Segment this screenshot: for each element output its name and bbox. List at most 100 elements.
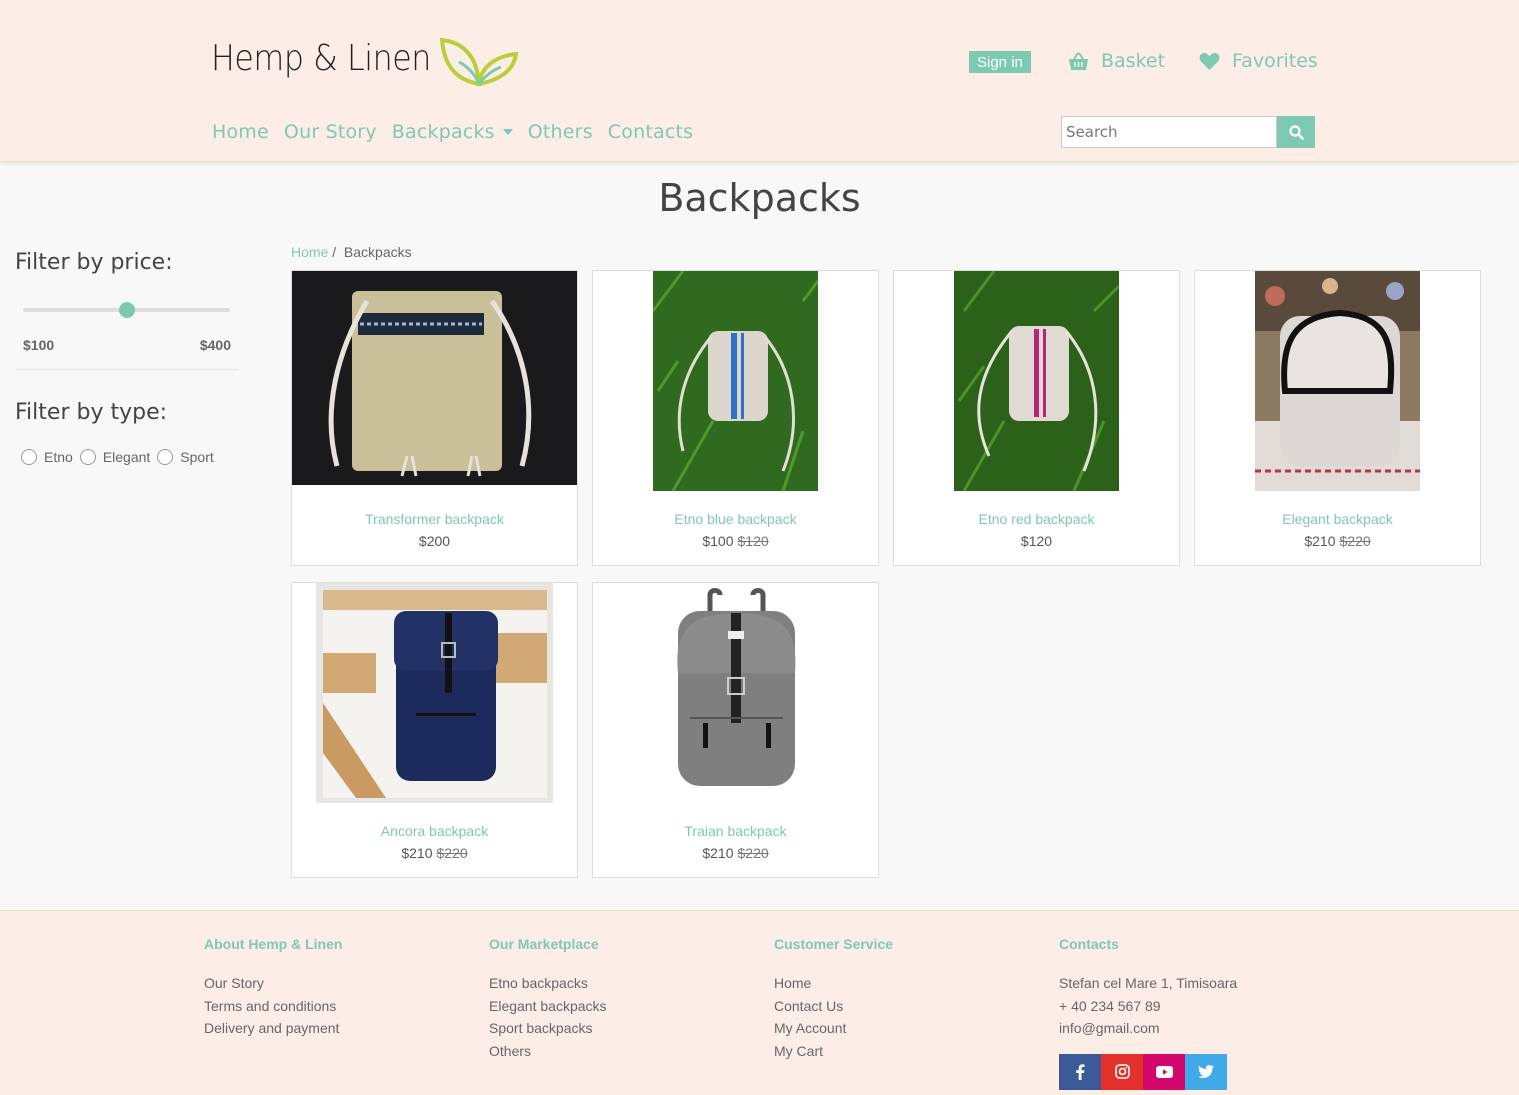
favorites-link[interactable]: Favorites [1199, 50, 1318, 72]
footer-link[interactable]: Others [489, 1040, 607, 1063]
footer-link[interactable]: Contact Us [774, 995, 893, 1018]
radio-label: Elegant [102, 449, 151, 465]
twitter-button[interactable] [1185, 1053, 1227, 1090]
product-price: $210 $220 [292, 845, 577, 861]
instagram-button[interactable] [1101, 1053, 1143, 1090]
product-card[interactable]: Etno blue backpack $100 $120 [592, 270, 879, 566]
product-card[interactable]: Elegant backpack $210 $220 [1194, 270, 1481, 566]
current-price: $100 [702, 533, 734, 549]
current-price: $210 [1304, 533, 1336, 549]
footer-about: About Hemp & Linen Our Story Terms and c… [204, 936, 342, 1040]
footer-marketplace: Our Marketplace Etno backpacks Elegant b… [489, 936, 607, 1062]
product-name[interactable]: Ancora backpack [292, 823, 577, 839]
type-filter-options: Etno Elegant Sport [15, 449, 238, 465]
etno-red-backpack-image[interactable] [954, 271, 1119, 491]
old-price: $220 [737, 845, 769, 861]
search-icon [1288, 124, 1304, 140]
search-button[interactable] [1277, 116, 1315, 148]
footer-link[interactable]: Terms and conditions [204, 995, 342, 1018]
facebook-button[interactable] [1059, 1053, 1101, 1090]
product-card[interactable]: Transformer backpack $200 [291, 270, 578, 566]
youtube-button[interactable] [1143, 1053, 1185, 1090]
youtube-icon [1155, 1065, 1173, 1078]
radio-button[interactable] [79, 449, 96, 465]
product-card[interactable]: Ancora backpack $210 $220 [291, 582, 578, 878]
nav-backpacks-label: Backpacks [391, 121, 495, 143]
current-price: $210 [401, 845, 433, 861]
footer-link[interactable]: Etno backpacks [489, 972, 607, 995]
search-input[interactable] [1061, 116, 1277, 148]
footer-heading: Our Marketplace [489, 936, 599, 952]
basket-icon [1069, 51, 1088, 70]
nav-others[interactable]: Others [528, 121, 593, 143]
price-slider[interactable] [23, 302, 230, 318]
contact-phone: + 40 234 567 89 [1059, 997, 1161, 1014]
nav-our-story[interactable]: Our Story [284, 121, 377, 143]
nav-contacts[interactable]: Contacts [608, 121, 693, 143]
footer-link[interactable]: Sport backpacks [489, 1017, 607, 1040]
footer-link[interactable]: Our Story [204, 972, 342, 995]
leaf-logo-icon [439, 37, 519, 87]
old-price: $120 [737, 533, 769, 549]
product-price: $210 $220 [593, 845, 878, 861]
price-filter-title: Filter by price: [15, 250, 173, 275]
contact-email[interactable]: info@gmail.com [1059, 1017, 1237, 1040]
footer-link[interactable]: My Account [774, 1017, 893, 1040]
footer-link[interactable]: Home [774, 972, 893, 995]
sign-in-button[interactable]: Sign in [969, 51, 1031, 73]
radio-button[interactable] [157, 449, 174, 465]
heart-icon [1199, 52, 1220, 70]
product-name[interactable]: Etno red backpack [894, 511, 1179, 527]
breadcrumb: Home / Backpacks [291, 244, 412, 260]
basket-link[interactable]: Basket [1068, 50, 1165, 72]
logo[interactable]: Hemp & Linen [211, 37, 519, 87]
instagram-icon [1114, 1064, 1130, 1079]
product-price: $200 [292, 533, 577, 549]
filter-sidebar: Filter by price: $100 $400 Filter by typ… [15, 250, 238, 465]
price-min-label: $100 [23, 337, 55, 353]
search-form [1061, 116, 1315, 148]
site-header: Hemp & Linen Sign in Basket Favorites Ho… [0, 0, 1519, 162]
product-card[interactable]: Etno red backpack $120 [893, 270, 1180, 566]
product-name[interactable]: Etno blue backpack [593, 511, 878, 527]
product-name[interactable]: Elegant backpack [1195, 511, 1480, 527]
ancora-backpack-image[interactable] [316, 583, 553, 803]
facebook-icon [1076, 1063, 1085, 1080]
footer-link[interactable]: Elegant backpacks [489, 995, 607, 1018]
breadcrumb-current: Backpacks [343, 244, 412, 260]
transformer-backpack-image[interactable] [292, 271, 577, 485]
price-slider-handle[interactable] [118, 302, 135, 318]
type-option-elegant[interactable]: Elegant [79, 449, 151, 465]
radio-label: Etno [44, 449, 73, 465]
twitter-icon [1198, 1065, 1214, 1078]
nav-home[interactable]: Home [212, 121, 269, 143]
price-max-label: $400 [199, 337, 231, 353]
footer-contacts: Contacts Stefan cel Mare 1, Timisoara + … [1059, 936, 1237, 1090]
product-price: $210 $220 [1195, 533, 1480, 549]
footer-link[interactable]: My Cart [774, 1040, 893, 1063]
old-price: $220 [1339, 533, 1371, 549]
current-price: $200 [418, 533, 451, 549]
elegant-backpack-image[interactable] [1255, 271, 1420, 491]
type-option-etno[interactable]: Etno [21, 449, 73, 465]
radio-button[interactable] [21, 449, 37, 465]
page-title: Backpacks [658, 176, 861, 220]
product-card[interactable]: Traian backpack $210 $220 [592, 582, 879, 878]
footer-heading: Customer Service [774, 936, 894, 952]
traian-backpack-image[interactable] [648, 583, 825, 803]
price-range-labels: $100 $400 [15, 337, 238, 353]
product-name[interactable]: Transformer backpack [292, 511, 577, 527]
current-price: $210 [702, 845, 734, 861]
type-option-sport[interactable]: Sport [157, 449, 214, 465]
radio-label: Sport [180, 449, 214, 465]
nav-backpacks[interactable]: Backpacks [392, 121, 513, 143]
footer-link[interactable]: Delivery and payment [204, 1017, 342, 1040]
product-name[interactable]: Traian backpack [593, 823, 878, 839]
site-footer: About Hemp & Linen Our Story Terms and c… [0, 910, 1519, 1095]
etno-blue-backpack-image[interactable] [653, 271, 818, 491]
breadcrumb-home[interactable]: Home [291, 244, 328, 260]
logo-text: Hemp & Linen [211, 38, 431, 79]
contact-address: Stefan cel Mare 1, Timisoara [1059, 975, 1238, 991]
product-price: $120 [894, 533, 1179, 549]
old-price: $220 [436, 845, 468, 861]
